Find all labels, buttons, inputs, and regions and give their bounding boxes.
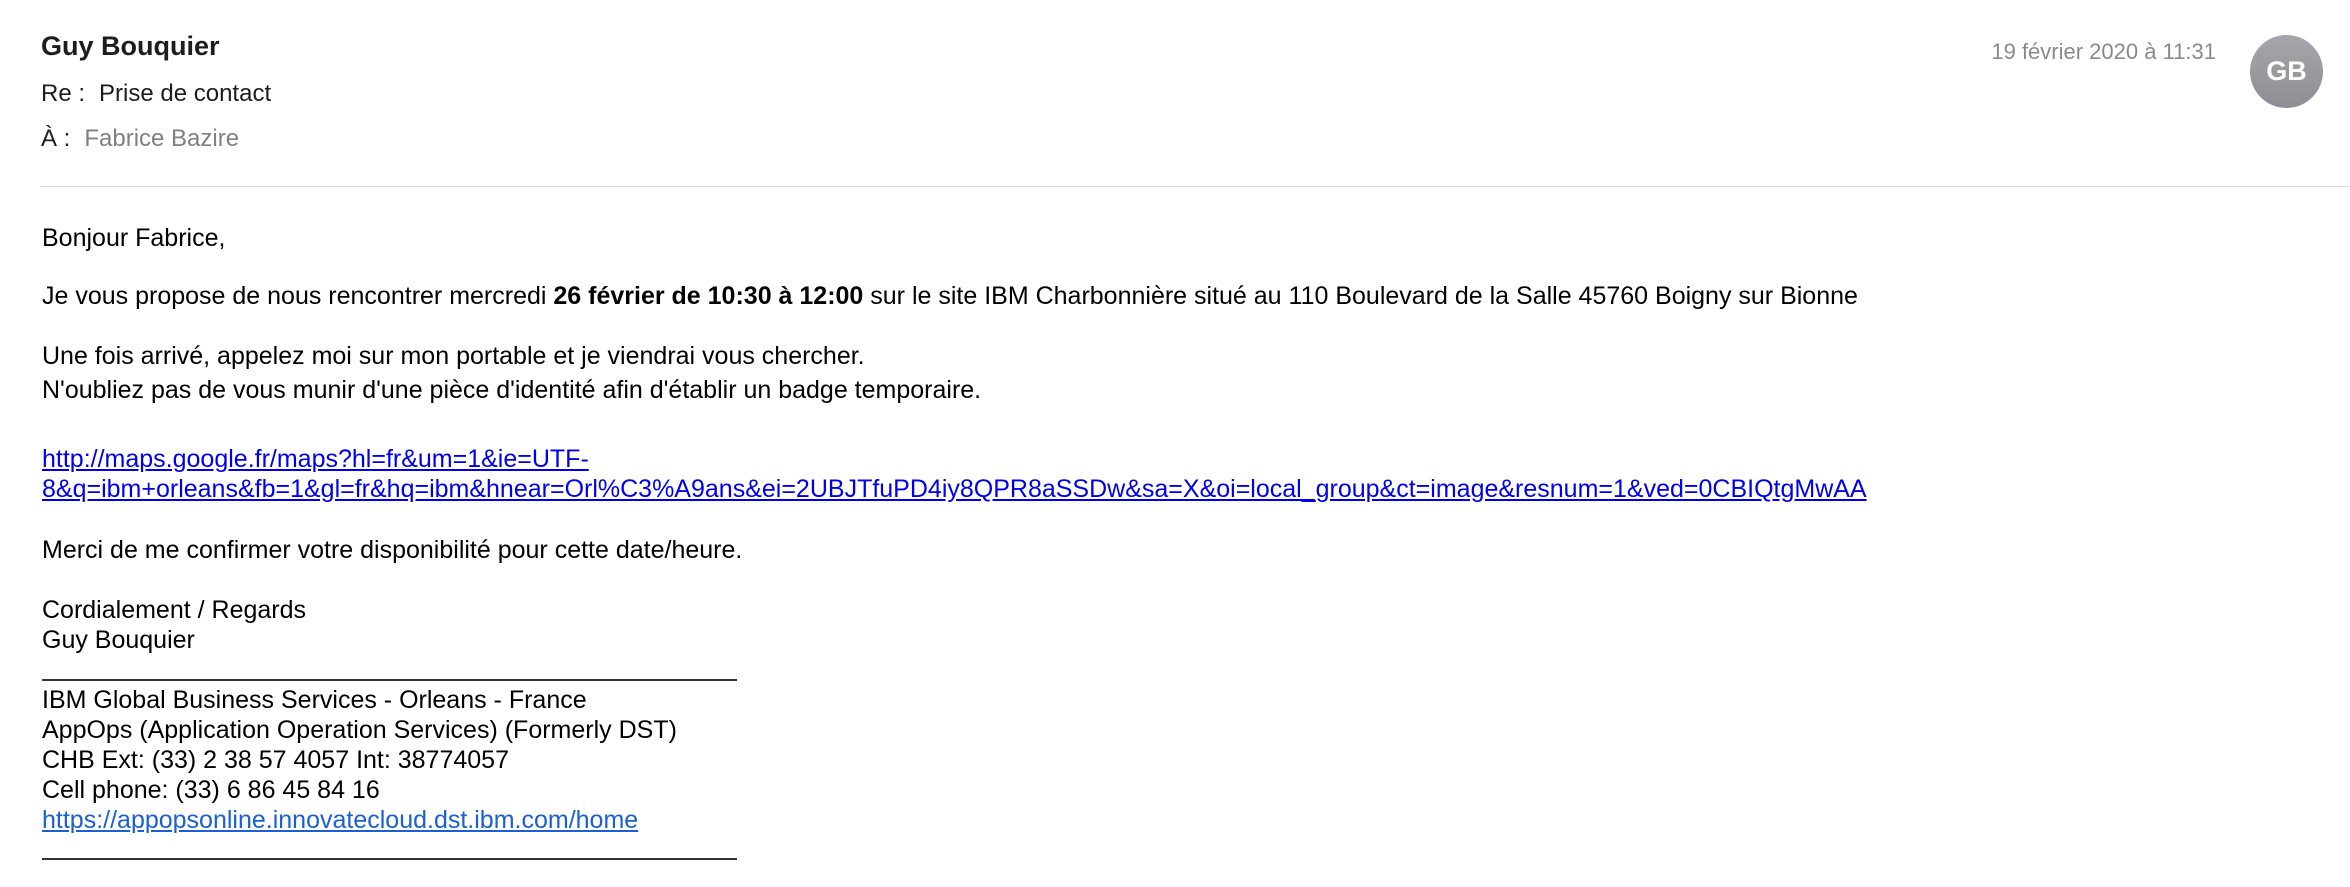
signature-line-3: CHB Ext: (33) 2 38 57 4057 Int: 38774057 xyxy=(42,746,509,774)
arrival-line-2: N'oubliez pas de vous munir d'une pièce … xyxy=(42,376,982,404)
map-link-line-2[interactable]: 8&q=ibm+orleans&fb=1&gl=fr&hq=ibm&hnear=… xyxy=(42,475,1867,503)
signature-line-4: Cell phone: (33) 6 86 45 84 16 xyxy=(42,776,380,804)
arrival-line-1: Une fois arrivé, appelez moi sur mon por… xyxy=(42,342,865,370)
confirm-paragraph: Merci de me confirmer votre disponibilit… xyxy=(42,536,743,564)
proposal-prefix: Je vous propose de nous rencontrer mercr… xyxy=(42,282,554,310)
to-row: À : Fabrice Bazire xyxy=(41,125,239,153)
signature-line-1: IBM Global Business Services - Orleans -… xyxy=(42,686,587,714)
map-link[interactable]: http://maps.google.fr/maps?hl=fr&um=1&ie… xyxy=(42,444,1867,504)
map-link-line-1[interactable]: http://maps.google.fr/maps?hl=fr&um=1&ie… xyxy=(42,445,589,473)
signature-bottom-rule xyxy=(42,858,737,860)
signature-url[interactable]: https://appopsonline.innovatecloud.dst.i… xyxy=(42,806,638,834)
to-label: À : xyxy=(41,125,71,152)
signature-top-rule xyxy=(42,679,737,681)
message-date: 19 février 2020 à 11:31 xyxy=(1991,39,2216,64)
avatar: GB xyxy=(2250,35,2323,108)
subject-row: Re : Prise de contact xyxy=(41,80,271,108)
subject-value: Prise de contact xyxy=(99,80,272,107)
sender-name[interactable]: Guy Bouquier xyxy=(41,31,220,62)
closing-name: Guy Bouquier xyxy=(42,626,195,654)
header-divider xyxy=(41,186,2350,187)
proposal-datetime: 26 février de 10:30 à 12:00 xyxy=(553,282,864,310)
subject-label: Re : xyxy=(41,80,86,107)
greeting: Bonjour Fabrice, xyxy=(42,224,226,252)
signature-line-2: AppOps (Application Operation Services) … xyxy=(42,716,677,744)
recipient-name[interactable]: Fabrice Bazire xyxy=(84,125,239,152)
closing: Cordialement / Regards xyxy=(42,596,307,624)
signature-link[interactable]: https://appopsonline.innovatecloud.dst.i… xyxy=(42,805,638,835)
message-header: Guy Bouquier Re : Prise de contact À : Fab… xyxy=(0,0,2350,188)
proposal-paragraph: Je vous propose de nous rencontrer mercr… xyxy=(42,281,1858,311)
proposal-suffix: sur le site IBM Charbonnière situé au 11… xyxy=(863,282,1858,310)
